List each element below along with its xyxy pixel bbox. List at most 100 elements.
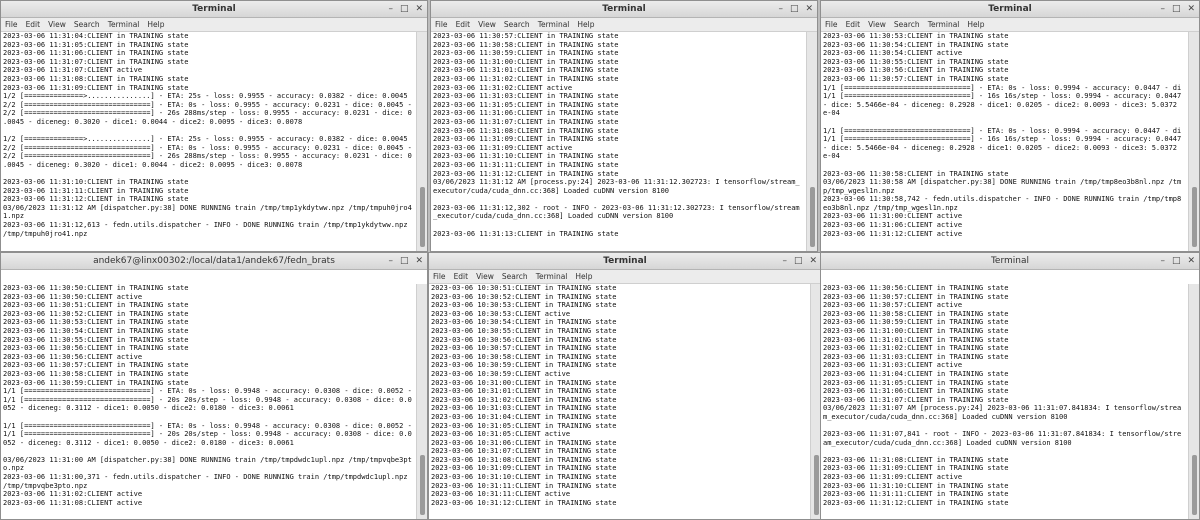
- menu-help[interactable]: Help: [967, 18, 984, 31]
- menu-terminal[interactable]: Terminal: [928, 18, 960, 31]
- scrollbar[interactable]: [416, 32, 427, 251]
- terminal-output[interactable]: 2023-03-06 11:30:50:CLIENT in TRAINING s…: [1, 284, 416, 519]
- terminal-line: 2023-03-06 11:31:04:CLIENT in TRAINING s…: [823, 369, 1009, 378]
- window-titlebar[interactable]: Terminal – □ ✕: [1, 1, 427, 18]
- menu-help[interactable]: Help: [575, 270, 592, 283]
- menu-help[interactable]: Help: [577, 18, 594, 31]
- menu-view[interactable]: View: [478, 18, 496, 31]
- terminal-line: e-04: [823, 109, 840, 118]
- maximize-icon[interactable]: □: [1172, 2, 1181, 16]
- terminal-line: .0045 - diceneg: 0.3020 - dice1: 0.0044 …: [3, 117, 303, 126]
- menu-view[interactable]: View: [868, 18, 886, 31]
- maximize-icon[interactable]: □: [790, 2, 799, 16]
- terminal-output[interactable]: 2023-03-06 11:30:57:CLIENT in TRAINING s…: [431, 32, 806, 251]
- terminal-line: 2023-03-06 11:31:06:CLIENT in TRAINING s…: [433, 109, 619, 118]
- maximize-icon[interactable]: □: [794, 254, 803, 268]
- terminal-line: 2023-03-06 11:30:58:CLIENT in TRAINING s…: [3, 369, 189, 378]
- menu-file[interactable]: File: [5, 18, 18, 31]
- scrollbar-thumb[interactable]: [420, 455, 425, 515]
- terminal-window-1[interactable]: Terminal – □ ✕ File Edit View Search Ter…: [0, 0, 428, 252]
- close-icon[interactable]: ✕: [1187, 254, 1195, 268]
- maximize-icon[interactable]: □: [400, 254, 409, 268]
- menu-search[interactable]: Search: [894, 18, 920, 31]
- menu-edit[interactable]: Edit: [26, 18, 41, 31]
- minimize-icon[interactable]: –: [388, 254, 393, 268]
- minimize-icon[interactable]: –: [1160, 254, 1165, 268]
- menu-view[interactable]: View: [48, 18, 66, 31]
- terminal-line: 2023-03-06 11:30:57:CLIENT active: [823, 301, 963, 310]
- terminal-line: 2023-03-06 11:30:58:CLIENT in TRAINING s…: [823, 169, 1009, 178]
- terminal-output[interactable]: 2023-03-06 11:30:56:CLIENT in TRAINING s…: [821, 284, 1188, 519]
- terminal-window-2[interactable]: Terminal – □ ✕ File Edit View Search Ter…: [430, 0, 818, 252]
- terminal-line: m_executor/cuda/cuda_dnn.cc:368] Loaded …: [823, 412, 1068, 421]
- terminal-line: 03/06/2023 11:30:58 AM [dispatcher.py:38…: [823, 178, 1182, 187]
- menu-help[interactable]: Help: [147, 18, 164, 31]
- close-icon[interactable]: ✕: [809, 254, 817, 268]
- terminal-line: 2023-03-06 11:31:12,613 - fedn.utils.dis…: [3, 221, 408, 230]
- close-icon[interactable]: ✕: [415, 254, 423, 268]
- menu-edit[interactable]: Edit: [846, 18, 861, 31]
- terminal-line: 2023-03-06 11:31:00:CLIENT active: [823, 212, 963, 221]
- scrollbar-thumb[interactable]: [814, 455, 819, 515]
- terminal-line: 2023-03-06 11:31:07:CLIENT in TRAINING s…: [433, 117, 619, 126]
- window-titlebar[interactable]: Terminal – □ ✕: [821, 1, 1199, 18]
- terminal-line: 2023-03-06 11:30:55:CLIENT in TRAINING s…: [3, 335, 189, 344]
- maximize-icon[interactable]: □: [1172, 254, 1181, 268]
- terminal-line: 2023-03-06 11:30:59:CLIENT in TRAINING s…: [823, 318, 1009, 327]
- terminal-output[interactable]: 2023-03-06 11:31:04:CLIENT in TRAINING s…: [1, 32, 416, 251]
- terminal-window-5[interactable]: Terminal – □ ✕ File Edit View Search Ter…: [428, 252, 822, 520]
- terminal-line: 2023-03-06 10:31:05:CLIENT active: [431, 430, 571, 439]
- terminal-line: 2023-03-06 10:30:51:CLIENT in TRAINING s…: [431, 284, 617, 292]
- menu-file[interactable]: File: [825, 18, 838, 31]
- scrollbar-thumb[interactable]: [1192, 455, 1197, 515]
- window-titlebar[interactable]: Terminal – □ ✕: [821, 253, 1199, 270]
- window-titlebar[interactable]: Terminal – □ ✕: [429, 253, 821, 270]
- menu-view[interactable]: View: [476, 270, 494, 283]
- menu-file[interactable]: File: [433, 270, 446, 283]
- minimize-icon[interactable]: –: [778, 2, 783, 16]
- terminal-line: e-04: [823, 152, 840, 161]
- scrollbar[interactable]: [806, 32, 817, 251]
- scrollbar-thumb[interactable]: [1192, 187, 1197, 247]
- menu-edit[interactable]: Edit: [456, 18, 471, 31]
- menu-search[interactable]: Search: [74, 18, 100, 31]
- terminal-line: 1.npz: [3, 212, 25, 221]
- menu-search[interactable]: Search: [502, 270, 528, 283]
- terminal-line: 2/2 [==============================] - E…: [3, 143, 412, 152]
- terminal-window-6[interactable]: Terminal – □ ✕ 2023-03-06 11:30:56:CLIEN…: [820, 252, 1200, 520]
- menu-terminal[interactable]: Terminal: [538, 18, 570, 31]
- terminal-window-4[interactable]: andek67@linx00302:/local/data1/andek67/f…: [0, 252, 428, 520]
- terminal-output[interactable]: 2023-03-06 10:30:51:CLIENT in TRAINING s…: [429, 284, 810, 519]
- menu-search[interactable]: Search: [504, 18, 530, 31]
- terminal-line: 2023-03-06 11:30:53:CLIENT in TRAINING s…: [823, 32, 1009, 40]
- window-titlebar[interactable]: andek67@linx00302:/local/data1/andek67/f…: [1, 253, 427, 270]
- terminal-line: 1/1 [==============================] - 2…: [3, 395, 412, 404]
- terminal-line: executor/cuda/cuda_dnn.cc:368] Loaded cu…: [433, 186, 670, 195]
- window-titlebar[interactable]: Terminal – □ ✕: [431, 1, 817, 18]
- scrollbar[interactable]: [1188, 284, 1199, 519]
- scrollbar[interactable]: [1188, 32, 1199, 251]
- terminal-line: 2023-03-06 10:30:53:CLIENT in TRAINING s…: [431, 301, 617, 310]
- terminal-line: 2023-03-06 11:31:00,371 - fedn.utils.dis…: [3, 473, 408, 482]
- minimize-icon[interactable]: –: [1160, 2, 1165, 16]
- menu-edit[interactable]: Edit: [454, 270, 469, 283]
- terminal-window-3[interactable]: Terminal – □ ✕ File Edit View Search Ter…: [820, 0, 1200, 252]
- terminal-output[interactable]: 2023-03-06 11:30:53:CLIENT in TRAINING s…: [821, 32, 1188, 251]
- minimize-icon[interactable]: –: [388, 2, 393, 16]
- scrollbar-thumb[interactable]: [810, 187, 815, 247]
- menu-terminal[interactable]: Terminal: [536, 270, 568, 283]
- close-icon[interactable]: ✕: [805, 2, 813, 16]
- maximize-icon[interactable]: □: [400, 2, 409, 16]
- terminal-line: 2023-03-06 11:31:00:CLIENT in TRAINING s…: [823, 326, 1009, 335]
- menu-terminal[interactable]: Terminal: [108, 18, 140, 31]
- minimize-icon[interactable]: –: [782, 254, 787, 268]
- scrollbar[interactable]: [416, 284, 427, 519]
- terminal-line: 2023-03-06 11:31:03:CLIENT active: [823, 361, 963, 370]
- close-icon[interactable]: ✕: [415, 2, 423, 16]
- close-icon[interactable]: ✕: [1187, 2, 1195, 16]
- menu-file[interactable]: File: [435, 18, 448, 31]
- scrollbar-thumb[interactable]: [420, 187, 425, 247]
